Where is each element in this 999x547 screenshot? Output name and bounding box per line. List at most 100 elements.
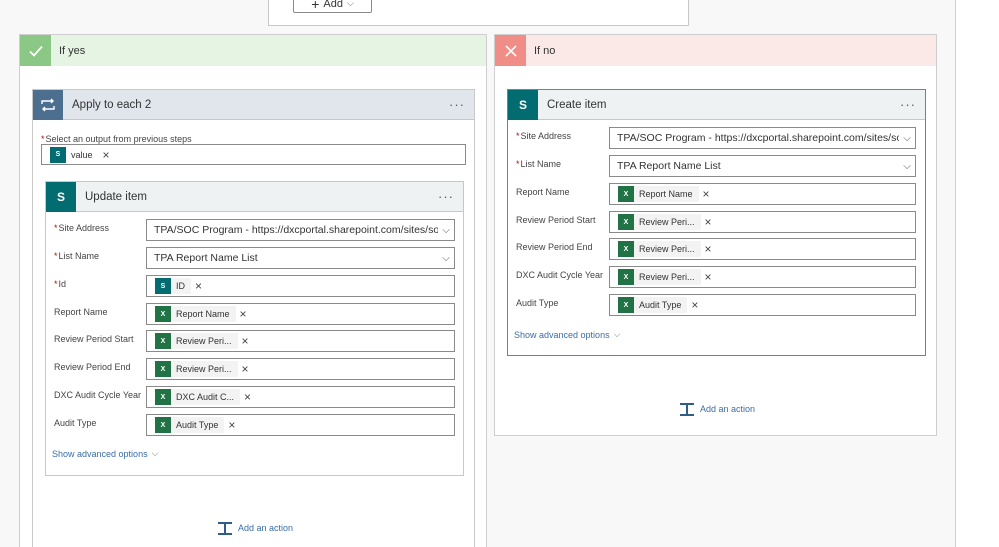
select-output-field[interactable]: S value × [41,144,466,165]
sharepoint-icon: S [155,278,171,294]
report-name-field[interactable]: X Report Name × [146,303,455,325]
remove-token-icon[interactable]: × [691,298,698,312]
chevron-down-icon: ⌵ [613,329,621,339]
add-an-action-button[interactable]: Add an action [680,402,755,416]
branch-if-yes-title: If yes [59,44,86,57]
loop-icon [33,89,63,120]
branch-if-yes: If yes Apply to each 2 ··· *Select an ou… [19,34,487,547]
report-name-label: Report Name [516,187,570,197]
review-period-end-field[interactable]: X Review Peri... × [146,358,455,380]
right-panel-edge [955,0,999,547]
show-advanced-options-link[interactable]: Show advanced options ⌵ [52,448,158,459]
excel-icon: X [618,241,634,257]
branch-if-no: If no S Create item ··· *Site Address TP… [494,34,937,436]
chevron-down-icon: ⌵ [903,132,911,144]
review-period-start-field[interactable]: X Review Peri... × [609,211,916,233]
token-review-end: X Review Peri... [618,241,701,257]
excel-icon: X [155,389,171,405]
site-address-label: *Site Address [516,131,572,141]
audit-cycle-year-field[interactable]: X Review Peri... × [609,266,916,288]
sharepoint-icon: S [508,89,538,120]
chevron-down-icon: ⌵ [151,448,159,458]
add-action-icon [680,402,694,416]
more-options-icon[interactable]: ··· [438,189,454,204]
apply-to-each-title: Apply to each 2 [72,98,152,111]
report-name-field[interactable]: X Report Name × [609,183,916,205]
audit-cycle-year-label: DXC Audit Cycle Year [516,270,604,280]
add-button-label: Add [323,0,343,10]
chevron-down-icon: ⌵ [442,252,450,264]
review-period-end-field[interactable]: X Review Peri... × [609,238,916,260]
token-review-end: X Review Peri... [155,361,238,377]
site-address-dropdown[interactable]: TPA/SOC Program - https://dxcportal.shar… [146,219,455,241]
token-audit-cycle: X DXC Audit C... [155,389,241,405]
remove-token-icon[interactable]: × [242,334,249,348]
select-output-label: *Select an output from previous steps [41,134,192,144]
audit-cycle-year-label: DXC Audit Cycle Year [54,390,142,400]
remove-token-icon[interactable]: × [244,390,251,404]
site-address-dropdown[interactable]: TPA/SOC Program - https://dxcportal.shar… [609,127,916,149]
site-address-label: *Site Address [54,223,110,233]
remove-token-icon[interactable]: × [103,148,110,162]
remove-token-icon[interactable]: × [240,307,247,321]
token-audit-cycle: X Review Peri... [618,269,701,285]
more-options-icon[interactable]: ··· [900,97,916,112]
token-value: S value [50,146,99,163]
create-item-header[interactable]: S Create item ··· [508,89,925,120]
checkmark-icon [20,35,51,66]
token-audit-type: X Audit Type [618,297,688,313]
branch-if-no-header[interactable]: If no [495,35,936,66]
excel-icon: X [618,214,634,230]
excel-icon: X [618,297,634,313]
review-period-start-field[interactable]: X Review Peri... × [146,330,455,352]
sharepoint-icon: S [46,181,76,212]
add-action-icon [218,521,232,535]
remove-token-icon[interactable]: × [705,242,712,256]
create-item-card: S Create item ··· *Site Address TPA/SOC … [507,89,926,356]
token-audit-type: X Audit Type [155,417,225,433]
remove-token-icon[interactable]: × [228,418,235,432]
excel-icon: X [155,417,171,433]
review-period-start-label: Review Period Start [516,215,596,225]
review-period-end-label: Review Period End [54,362,131,372]
update-item-header[interactable]: S Update item ··· [46,181,463,212]
id-field[interactable]: S ID × [146,275,455,297]
token-review-start: X Review Peri... [618,214,701,230]
close-icon [495,35,526,66]
remove-token-icon[interactable]: × [195,279,202,293]
review-period-end-label: Review Period End [516,242,593,252]
apply-to-each-header[interactable]: Apply to each 2 ··· [33,89,474,120]
show-advanced-options-link[interactable]: Show advanced options ⌵ [514,329,620,340]
list-name-value: TPA Report Name List [154,252,258,264]
token-report-name: X Report Name [155,306,236,322]
branch-if-yes-header[interactable]: If yes [20,35,486,66]
chevron-down-icon: ⌵ [346,0,354,8]
excel-icon: X [618,186,634,202]
list-name-dropdown[interactable]: TPA Report Name List ⌵ [146,247,455,269]
audit-cycle-year-field[interactable]: X DXC Audit C... × [146,386,455,408]
audit-type-label: Audit Type [516,298,559,308]
chevron-down-icon: ⌵ [442,224,450,236]
plus-icon: + [311,0,320,12]
list-name-label: *List Name [516,159,562,169]
audit-type-field[interactable]: X Audit Type × [609,294,916,316]
create-item-title: Create item [547,98,607,111]
more-options-icon[interactable]: ··· [449,97,465,112]
remove-token-icon[interactable]: × [703,187,710,201]
update-item-card: S Update item ··· *Site Address TPA/SOC … [45,181,464,476]
designer-canvas: + Add ⌵ If yes Apply to each 2 ··· *Sele… [0,0,955,547]
site-address-value: TPA/SOC Program - https://dxcportal.shar… [154,224,438,236]
remove-token-icon[interactable]: × [705,270,712,284]
token-review-start: X Review Peri... [155,333,238,349]
excel-icon: X [155,333,171,349]
branch-if-no-title: If no [534,44,556,57]
audit-type-label: Audit Type [54,418,97,428]
add-an-action-button[interactable]: Add an action [218,521,293,535]
remove-token-icon[interactable]: × [242,362,249,376]
audit-type-field[interactable]: X Audit Type × [146,414,455,436]
apply-to-each-card: Apply to each 2 ··· *Select an output fr… [32,89,475,547]
remove-token-icon[interactable]: × [705,215,712,229]
list-name-dropdown[interactable]: TPA Report Name List ⌵ [609,155,916,177]
add-button[interactable]: + Add ⌵ [293,0,372,13]
id-label: *Id [54,279,67,289]
